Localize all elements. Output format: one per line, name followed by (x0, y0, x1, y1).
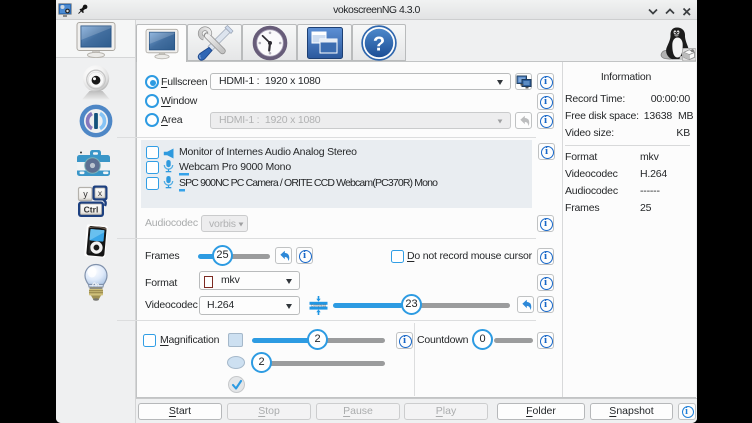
svg-text:y: y (83, 189, 88, 199)
svg-text:Compress: Compress (311, 304, 327, 308)
svg-text:?: ? (373, 33, 385, 55)
svg-text:Ctrl: Ctrl (84, 205, 99, 215)
